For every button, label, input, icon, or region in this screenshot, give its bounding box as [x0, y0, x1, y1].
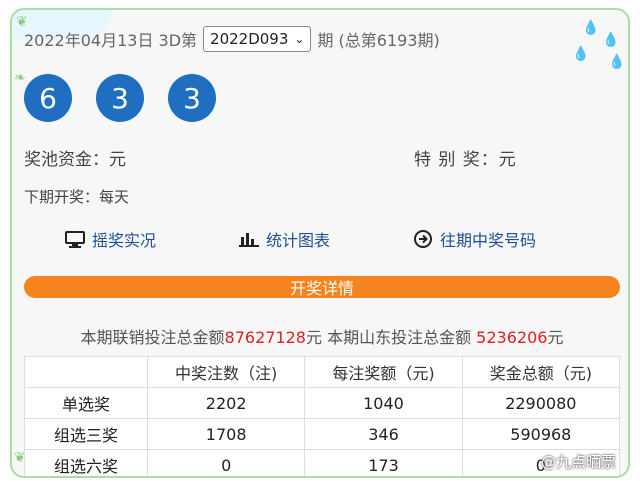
special-prize: 特 别 奖：元: [414, 150, 517, 170]
winner-count: 1708: [146, 418, 306, 450]
bar-chart-icon: [238, 230, 260, 248]
live-draw-label: 摇奖实况: [92, 231, 157, 250]
issue-select-value: 2022D093: [210, 30, 289, 48]
table-row: 单选奖 2202 1040 2290080: [24, 387, 621, 419]
issue-header: 2022年04月13日 3D第 2022D093 ⌄ 期 (总第6193期): [24, 26, 440, 52]
watermark: @九点晒票: [540, 453, 616, 471]
prize-total: 590968: [461, 418, 621, 450]
prize-per-ticket: 346: [304, 418, 463, 450]
issue-total: 期 (总第6193期): [317, 31, 440, 50]
prize-pool: 奖池资金：元: [24, 150, 126, 170]
issue-select[interactable]: 2022D093 ⌄: [203, 26, 312, 52]
chevron-down-icon: ⌄: [294, 32, 305, 46]
number-ball: 3: [96, 74, 144, 122]
prize-total: 2290080: [461, 387, 621, 419]
table-header: 每注奖额（元): [304, 356, 463, 388]
quick-links: 摇奖实况 统计图表 往期中奖号码: [64, 227, 536, 251]
number-ball: 3: [168, 74, 216, 122]
shandong-total-amount: 5236206: [476, 328, 548, 347]
table-row: 组选六奖 0 173 0: [24, 449, 621, 476]
statistics-label: 统计图表: [266, 231, 331, 250]
history-label: 往期中奖号码: [440, 231, 537, 250]
table-header: [24, 356, 148, 388]
live-draw-link[interactable]: 摇奖实况: [64, 227, 156, 251]
monitor-icon: [64, 230, 86, 248]
prize-name: 组选三奖: [24, 418, 148, 450]
table-header: 中奖注数（注): [146, 356, 306, 388]
next-draw: 下期开奖：每天: [24, 188, 130, 206]
winner-count: 0: [146, 449, 306, 476]
number-ball: 6: [24, 74, 72, 122]
union-total-label: 本期联销投注总金额: [80, 328, 225, 347]
statistics-link[interactable]: 统计图表: [238, 227, 330, 251]
table-header-row: 中奖注数（注) 每注奖额（元) 奖金总额（元): [24, 356, 621, 388]
prize-name: 单选奖: [24, 387, 148, 419]
shandong-total-label: 元 本期山东投注总金额: [305, 328, 477, 347]
prize-per-ticket: 1040: [304, 387, 463, 419]
prize-name: 组选六奖: [24, 449, 148, 476]
sales-totals: 本期联销投注总金额87627128元 本期山东投注总金额 5236206元: [12, 324, 628, 348]
draw-details-button[interactable]: 开奖详情: [24, 276, 620, 298]
prize-table: 中奖注数（注) 每注奖额（元) 奖金总额（元) 单选奖 2202 1040 22…: [24, 356, 621, 476]
winning-numbers: 6 3 3: [24, 74, 216, 122]
arrow-circle-icon: [412, 230, 434, 248]
currency-unit: 元: [547, 328, 564, 347]
prize-per-ticket: 173: [304, 449, 463, 476]
draw-date: 2022年04月13日 3D第: [24, 31, 198, 50]
history-link[interactable]: 往期中奖号码: [412, 227, 536, 251]
table-header: 奖金总额（元): [461, 356, 621, 388]
lottery-panel: ❦ ❧ ❦ 💧 💧 💧 💧 2022年04月13日 3D第 2022D093 ⌄…: [10, 8, 630, 478]
table-row: 组选三奖 1708 346 590968: [24, 418, 621, 450]
union-total-amount: 87627128: [224, 328, 306, 347]
winner-count: 2202: [146, 387, 306, 419]
